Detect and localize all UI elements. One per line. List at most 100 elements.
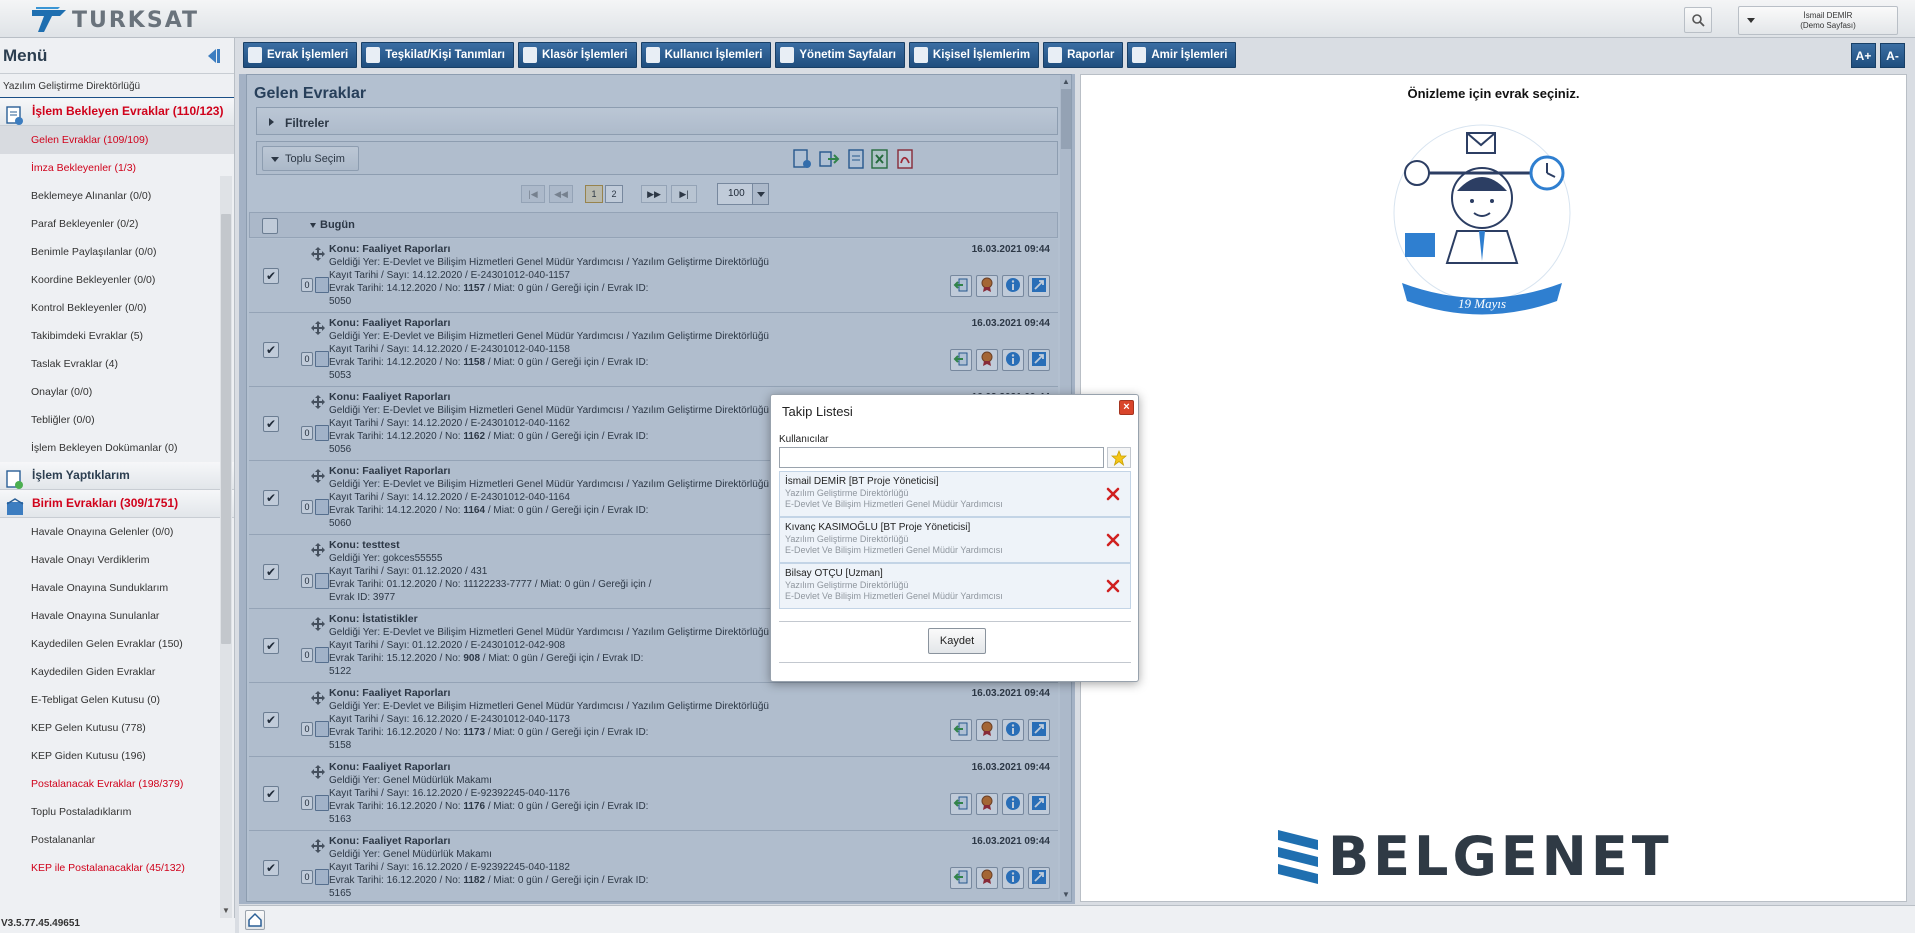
sidebar-scroll-thumb[interactable] — [221, 214, 231, 644]
sidebar-item[interactable]: Paraf Bekleyenler (0/2) — [0, 210, 234, 238]
sidebar-item[interactable]: Postalananlar — [0, 826, 234, 854]
sidebar-item[interactable]: İmza Bekleyenler (1/3) — [0, 154, 234, 182]
unit-documents-icon — [6, 498, 24, 515]
user-menu[interactable]: İsmail DEMİR (Demo Sayfası) — [1738, 6, 1898, 35]
user-list-item: Kıvanç KASIMOĞLU [BT Proje Yöneticisi] Ya… — [779, 517, 1131, 563]
sidebar-item[interactable]: Benimle Paylaşılanlar (0/0) — [0, 238, 234, 266]
sidebar-item[interactable]: Havale Onayına Gelenler (0/0) — [0, 518, 234, 546]
sidebar-item[interactable]: KEP Giden Kutusu (196) — [0, 742, 234, 770]
user-search-input[interactable] — [779, 447, 1104, 468]
nav-item[interactable]: Evrak İşlemleri — [243, 42, 358, 68]
admin-icon — [780, 47, 795, 63]
sidebar-item[interactable]: Postalanacak Evraklar (198/379) — [0, 770, 234, 798]
user-name: Kıvanç KASIMOĞLU [BT Proje Yöneticisi] — [785, 522, 971, 533]
user-subtitle: (Demo Sayfası) — [1800, 21, 1856, 30]
remove-user-icon[interactable] — [1106, 579, 1120, 593]
save-button[interactable]: Kaydet — [928, 628, 986, 654]
dialog-footer-divider — [779, 662, 1131, 663]
user-name: Bilsay OTÇU [Uzman] — [785, 568, 883, 579]
search-icon — [1692, 14, 1705, 27]
19-mayis-illustration: 19 Mayıs — [1393, 124, 1571, 315]
sidebar-item[interactable]: Taslak Evraklar (4) — [0, 350, 234, 378]
chevron-down-icon — [1747, 18, 1755, 23]
sidebar-item[interactable]: İşlem Bekleyen Dokümanlar (0) — [0, 434, 234, 462]
sidebar-item[interactable]: Beklemeye Alınanlar (0/0) — [0, 182, 234, 210]
belgenet-brand: BELGENET — [1328, 825, 1673, 888]
nav-item-label: Teşkilat/Kişi Tanımları — [385, 49, 505, 61]
menu-title: Menü — [0, 38, 234, 74]
organization-name: Yazılım Geliştirme Direktörlüğü — [0, 74, 234, 98]
dialog-close-button[interactable]: × — [1119, 400, 1134, 415]
sidebar-item[interactable]: Toplu Postaladıklarım — [0, 798, 234, 826]
dialog-title: Takip Listesi — [782, 404, 853, 419]
sidebar-item[interactable]: E-Tebligat Gelen Kutusu (0) — [0, 686, 234, 714]
bottom-bar — [239, 905, 1915, 933]
folder-icon — [522, 47, 537, 63]
sidebar-scrollbar[interactable]: ▼ — [220, 176, 232, 918]
logo-text: TURKSAT — [72, 7, 200, 33]
global-search-button[interactable] — [1684, 7, 1712, 33]
sidebar-item[interactable]: Gelen Evraklar (109/109) — [0, 126, 234, 154]
sidebar-item[interactable]: KEP Gelen Kutusu (778) — [0, 714, 234, 742]
personal-icon — [913, 47, 928, 63]
favorites-button[interactable] — [1107, 447, 1131, 468]
belgenet-logo-icon — [1278, 829, 1318, 884]
font-decrease-button[interactable]: A- — [1880, 43, 1905, 68]
user-department: E-Devlet Ve Bilişim Hizmetleri Genel Müd… — [785, 545, 1003, 555]
sidebar-item[interactable]: Tebliğler (0/0) — [0, 406, 234, 434]
user-icon — [645, 47, 660, 63]
section-pending-documents[interactable]: İşlem Bekleyen Evraklar (110/123) — [0, 98, 234, 126]
sidebar-item[interactable]: Onaylar (0/0) — [0, 378, 234, 406]
user-unit: Yazılım Geliştirme Direktörlüğü — [785, 534, 909, 544]
pending-documents-icon — [6, 106, 23, 125]
manager-icon — [1132, 47, 1147, 63]
home-button[interactable] — [245, 910, 265, 930]
collapse-menu-icon[interactable] — [204, 47, 222, 65]
nav-item-label: Yönetim Sayfaları — [799, 49, 896, 61]
section-pending-label: İşlem Bekleyen Evraklar (110/123) — [32, 104, 224, 118]
nav-item-label: Kullanıcı İşlemleri — [664, 49, 763, 61]
users-label: Kullanıcılar — [779, 434, 829, 445]
nav-item[interactable]: Kişisel İşlemlerim — [908, 42, 1040, 68]
font-increase-button[interactable]: A+ — [1851, 43, 1876, 68]
nav-item[interactable]: Kullanıcı İşlemleri — [640, 42, 772, 68]
sidebar-item[interactable]: Havale Onayına Sunulanlar — [0, 602, 234, 630]
sidebar-item[interactable]: Kontrol Bekleyenler (0/0) — [0, 294, 234, 322]
organization-icon — [366, 47, 381, 63]
sidebar-item[interactable]: Koordine Bekleyenler (0/0) — [0, 266, 234, 294]
nav-item[interactable]: Amir İşlemleri — [1127, 42, 1237, 68]
section-unit-documents[interactable]: Birim Evrakları (309/1751) — [0, 490, 234, 518]
turksat-logo: TURKSAT — [30, 6, 199, 34]
sidebar-item[interactable]: Havale Onayı Verdiklerim — [0, 546, 234, 574]
follow-list-dialog: Takip Listesi × Kullanıcılar İsmail DEMİ… — [770, 394, 1139, 682]
sidebar-item[interactable]: Takibimdeki Evraklar (5) — [0, 322, 234, 350]
nav-item[interactable]: Teşkilat/Kişi Tanımları — [361, 42, 514, 68]
user-name: İsmail DEMİR [BT Proje Yöneticisi] — [785, 476, 939, 487]
user-department: E-Devlet Ve Bilişim Hizmetleri Genel Müd… — [785, 591, 1003, 601]
nav-item[interactable]: Klasör İşlemleri — [517, 42, 637, 68]
sidebar-item[interactable]: Kaydedilen Gelen Evraklar (150) — [0, 630, 234, 658]
belgenet-logo: BELGENET — [1278, 825, 1673, 888]
preview-message: Önizleme için evrak seçiniz. — [1407, 86, 1580, 101]
sidebar-item[interactable]: Kaydedilen Giden Evraklar — [0, 658, 234, 686]
nav-item[interactable]: Yönetim Sayfaları — [775, 42, 905, 68]
main-navigation: Evrak İşlemleri Teşkilat/Kişi Tanımları Kl… — [243, 42, 1237, 68]
section-my-actions[interactable]: İşlem Yaptıklarım — [0, 462, 234, 490]
remove-user-icon[interactable] — [1106, 487, 1120, 501]
nav-item-label: Evrak İşlemleri — [267, 49, 349, 61]
illustration-caption: 19 Mayıs — [1458, 296, 1506, 311]
remove-user-icon[interactable] — [1106, 533, 1120, 547]
font-size-controls: A+ A- — [1851, 43, 1905, 68]
sidebar-item[interactable]: KEP ile Postalanacaklar (45/132) — [0, 854, 234, 882]
turksat-logo-icon — [32, 7, 66, 32]
section-unit-label: Birim Evrakları (309/1751) — [32, 496, 179, 510]
user-list-item: Bilsay OTÇU [Uzman] Yazılım Geliştirme Di… — [779, 563, 1131, 609]
user-list-item: İsmail DEMİR [BT Proje Yöneticisi] Yazılı… — [779, 471, 1131, 517]
nav-item-label: Raporlar — [1067, 49, 1115, 61]
sidebar-item[interactable]: Havale Onayına Sunduklarım — [0, 574, 234, 602]
menu-title-label: Menü — [3, 46, 48, 65]
scroll-down-icon[interactable]: ▼ — [221, 906, 231, 916]
user-unit: Yazılım Geliştirme Direktörlüğü — [785, 488, 909, 498]
nav-item-label: Amir İşlemleri — [1151, 49, 1228, 61]
nav-item[interactable]: Raporlar — [1043, 42, 1124, 68]
